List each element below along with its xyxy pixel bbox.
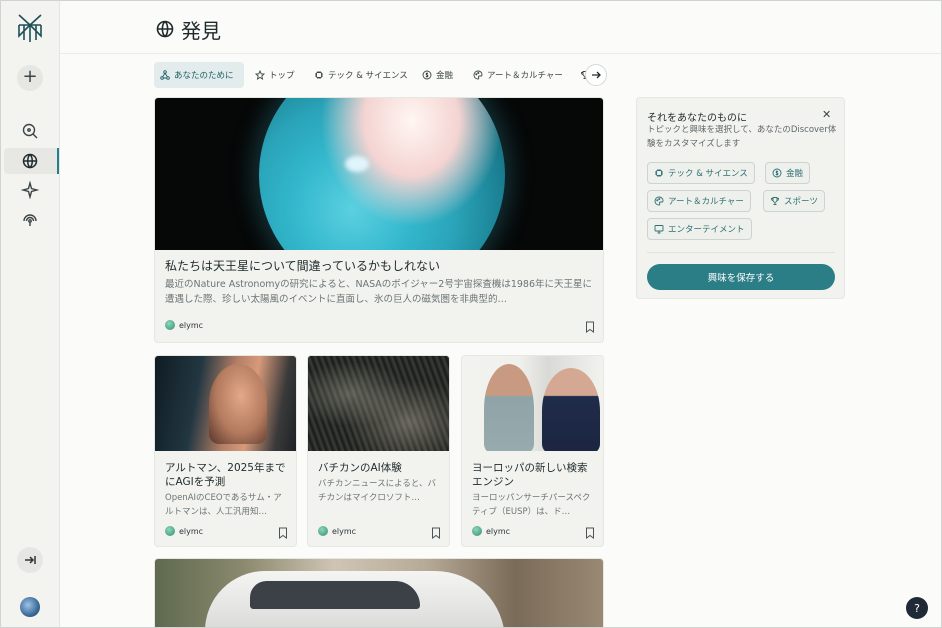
chip-entertainment[interactable]: エンターテイメント [647, 218, 752, 240]
cpu-icon [655, 169, 663, 177]
panel-title: それをあなたのものに [647, 113, 747, 124]
article-card-europe-search[interactable]: ヨーロッパの新しい検索エンジン ヨーロッパンサーチパースペクティブ（EUSP）は… [461, 355, 604, 547]
trophy-icon [771, 197, 779, 205]
source-name: elymc [179, 320, 204, 330]
collapse-sidebar-button[interactable] [17, 547, 43, 573]
chip-finance[interactable]: 金融 [765, 162, 811, 184]
article-image-europe [462, 356, 603, 451]
chip-label: 金融 [786, 169, 804, 179]
arrow-right-to-bar-icon [25, 556, 36, 564]
article-description: ヨーロッパンサーチパースペクティブ（EUSP）は、ド… [472, 493, 591, 517]
article-source: elymc [318, 526, 356, 536]
tab-label: トップ [269, 71, 295, 81]
tab-label: アート＆カルチャー [487, 71, 563, 81]
hero-source: elymc [165, 320, 203, 330]
article-image-car [155, 559, 603, 627]
chip-label: テック & サイエンス [668, 169, 748, 179]
article-image-altman [155, 356, 296, 451]
chip-label: スポーツ [784, 197, 818, 207]
tab-label: テック & サイエンス [328, 71, 408, 81]
close-icon[interactable]: ✕ [822, 108, 831, 121]
article-card-vatican[interactable]: バチカンのAI体験 バチカンニュースによると、バチカンはマイクロソフト… ely… [307, 355, 450, 547]
source-avatar [318, 526, 328, 536]
tab-finance[interactable]: 金融 [416, 62, 459, 88]
article-title[interactable]: バチカンのAI体験 [318, 461, 443, 475]
planet-highlight [345, 156, 369, 172]
help-button[interactable]: ? [906, 597, 928, 619]
source-avatar [165, 320, 175, 330]
article-title[interactable]: アルトマン、2025年までにAGIを予測 [165, 461, 290, 489]
chip-tech-science[interactable]: テック & サイエンス [647, 162, 755, 184]
category-tabs: あなたのために トップ テック & サイエンス 金融 アート＆カルチャー [154, 62, 606, 88]
coin-icon [772, 168, 782, 178]
planet-shape [259, 98, 505, 250]
article-card-altman[interactable]: アルトマン、2025年までにAGIを予測 OpenAIのCEOであるサム・アルト… [154, 355, 297, 547]
bookmark-icon[interactable] [585, 527, 595, 539]
person-left-shape [484, 364, 534, 451]
source-name: elymc [332, 526, 357, 536]
chip-label: エンターテイメント [668, 225, 745, 235]
tab-arts-culture[interactable]: アート＆カルチャー [467, 62, 569, 88]
network-icon [160, 70, 170, 80]
search-icon[interactable] [21, 122, 39, 140]
save-interests-button[interactable]: 興味を保存する [647, 264, 835, 290]
broadcast-icon[interactable] [21, 210, 39, 228]
bookmark-icon[interactable] [278, 527, 288, 539]
hero-title[interactable]: 私たちは天王星について間違っているかもしれない [165, 259, 440, 274]
article-description: バチカンニュースによると、バチカンはマイクロソフト… [318, 479, 436, 503]
tab-top[interactable]: トップ [249, 62, 301, 88]
article-source: elymc [472, 526, 510, 536]
globe-icon [156, 20, 174, 38]
source-avatar [472, 526, 482, 536]
person-right-shape [542, 368, 600, 451]
article-description: OpenAIのCEOであるサム・アルトマンは、人工汎用知… [165, 493, 282, 517]
panel-description: トピックと興味を選択して、あなたのDiscover体験をカスタマイズします [647, 125, 837, 149]
page-title: 発見 [181, 19, 221, 43]
star-icon [255, 70, 265, 80]
nav-active-indicator [57, 148, 59, 174]
palette-icon [654, 196, 664, 206]
tab-for-you[interactable]: あなたのために [154, 62, 244, 88]
bookmark-icon[interactable] [431, 527, 441, 539]
panel-divider [647, 252, 835, 253]
tab-label: あなたのために [174, 71, 234, 81]
chip-sports[interactable]: スポーツ [763, 190, 825, 212]
source-name: elymc [179, 526, 204, 536]
user-avatar[interactable] [20, 597, 40, 617]
tabs-scroll-right-button[interactable] [585, 64, 607, 86]
sidebar: + [0, 0, 60, 628]
hero-description: 最近のNature Astronomyの研究によると、NASAのボイジャー2号宇… [165, 279, 593, 305]
arrow-right-icon [592, 71, 601, 79]
face-shape [209, 364, 267, 444]
cpu-icon [315, 71, 323, 79]
article-source: elymc [165, 526, 203, 536]
globe-icon[interactable] [21, 152, 39, 170]
logo-icon[interactable] [16, 12, 44, 44]
article-card-waymo[interactable] [154, 558, 604, 628]
bookmark-icon[interactable] [585, 321, 595, 333]
car-window-shape [250, 581, 420, 609]
tab-tech-science[interactable]: テック & サイエンス [308, 62, 414, 88]
sparkle-icon[interactable] [21, 181, 39, 199]
tab-label: 金融 [436, 71, 454, 81]
palette-icon [473, 70, 483, 80]
hero-image-uranus [155, 98, 603, 250]
interests-panel: それをあなたのものに ✕ トピックと興味を選択して、あなたのDiscover体験… [636, 97, 845, 299]
source-name: elymc [486, 526, 511, 536]
article-image-vatican [308, 356, 449, 451]
new-thread-button[interactable]: + [17, 65, 43, 91]
chip-label: アート＆カルチャー [668, 197, 744, 207]
source-avatar [165, 526, 175, 536]
coin-icon [422, 70, 432, 80]
chip-arts-culture[interactable]: アート＆カルチャー [647, 190, 751, 212]
article-title[interactable]: ヨーロッパの新しい検索エンジン [472, 461, 597, 489]
monitor-icon [654, 225, 664, 234]
hero-article-card[interactable]: 私たちは天王星について間違っているかもしれない 最近のNature Astron… [154, 97, 604, 343]
